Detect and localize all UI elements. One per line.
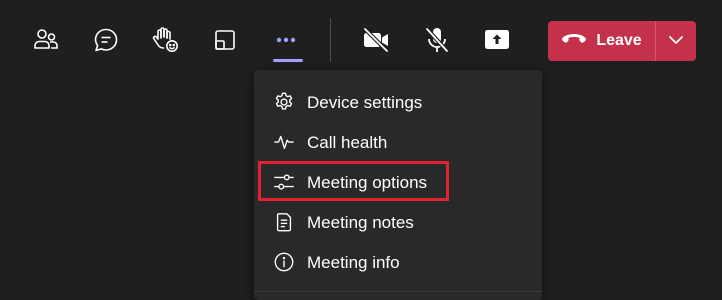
menu-item-label: Meeting options [307, 173, 428, 192]
camera-off-icon [361, 25, 391, 55]
menu-item-label: Meeting notes [307, 213, 414, 232]
menu-item-label: Call health [307, 133, 388, 152]
menu-item-label: Device settings [307, 93, 423, 112]
chat-icon [92, 26, 120, 54]
people-button[interactable] [27, 22, 63, 58]
menu-item-meeting-info[interactable]: Meeting info [254, 242, 542, 282]
hang-up-icon [561, 32, 587, 51]
sliders-icon [272, 170, 296, 194]
menu-item-label: Meeting info [307, 253, 400, 272]
chat-button[interactable] [88, 22, 124, 58]
camera-button[interactable] [358, 22, 394, 58]
leave-button-group: Leave [548, 21, 696, 61]
menu-item-meeting-options[interactable]: Meeting options [254, 162, 542, 202]
share-icon [482, 25, 512, 55]
more-options-menu: Device settings Call health Meeting opti… [254, 70, 542, 300]
gear-icon [272, 90, 296, 114]
raise-hand-icon [151, 25, 181, 55]
info-icon [272, 250, 296, 274]
people-icon [31, 26, 59, 54]
more-icon [273, 27, 299, 53]
reactions-button[interactable] [148, 22, 184, 58]
notes-icon [272, 210, 296, 234]
more-button[interactable] [268, 22, 304, 58]
menu-item-device-settings[interactable]: Device settings [254, 82, 542, 122]
chevron-down-icon [668, 32, 684, 50]
mic-off-icon [422, 25, 452, 55]
leave-button[interactable]: Leave [548, 21, 655, 61]
menu-item-meeting-notes[interactable]: Meeting notes [254, 202, 542, 242]
leave-label: Leave [596, 32, 642, 49]
menu-item-call-health[interactable]: Call health [254, 122, 542, 162]
more-selected-indicator [273, 59, 303, 62]
toolbar-divider [330, 18, 331, 62]
pulse-icon [272, 130, 296, 154]
view-icon [212, 27, 238, 53]
leave-options-button[interactable] [656, 21, 696, 61]
menu-divider [254, 291, 542, 292]
leave-separator [655, 21, 656, 61]
mic-button[interactable] [419, 22, 455, 58]
meeting-toolbar: Leave [0, 0, 722, 80]
view-button[interactable] [207, 22, 243, 58]
share-button[interactable] [479, 22, 515, 58]
